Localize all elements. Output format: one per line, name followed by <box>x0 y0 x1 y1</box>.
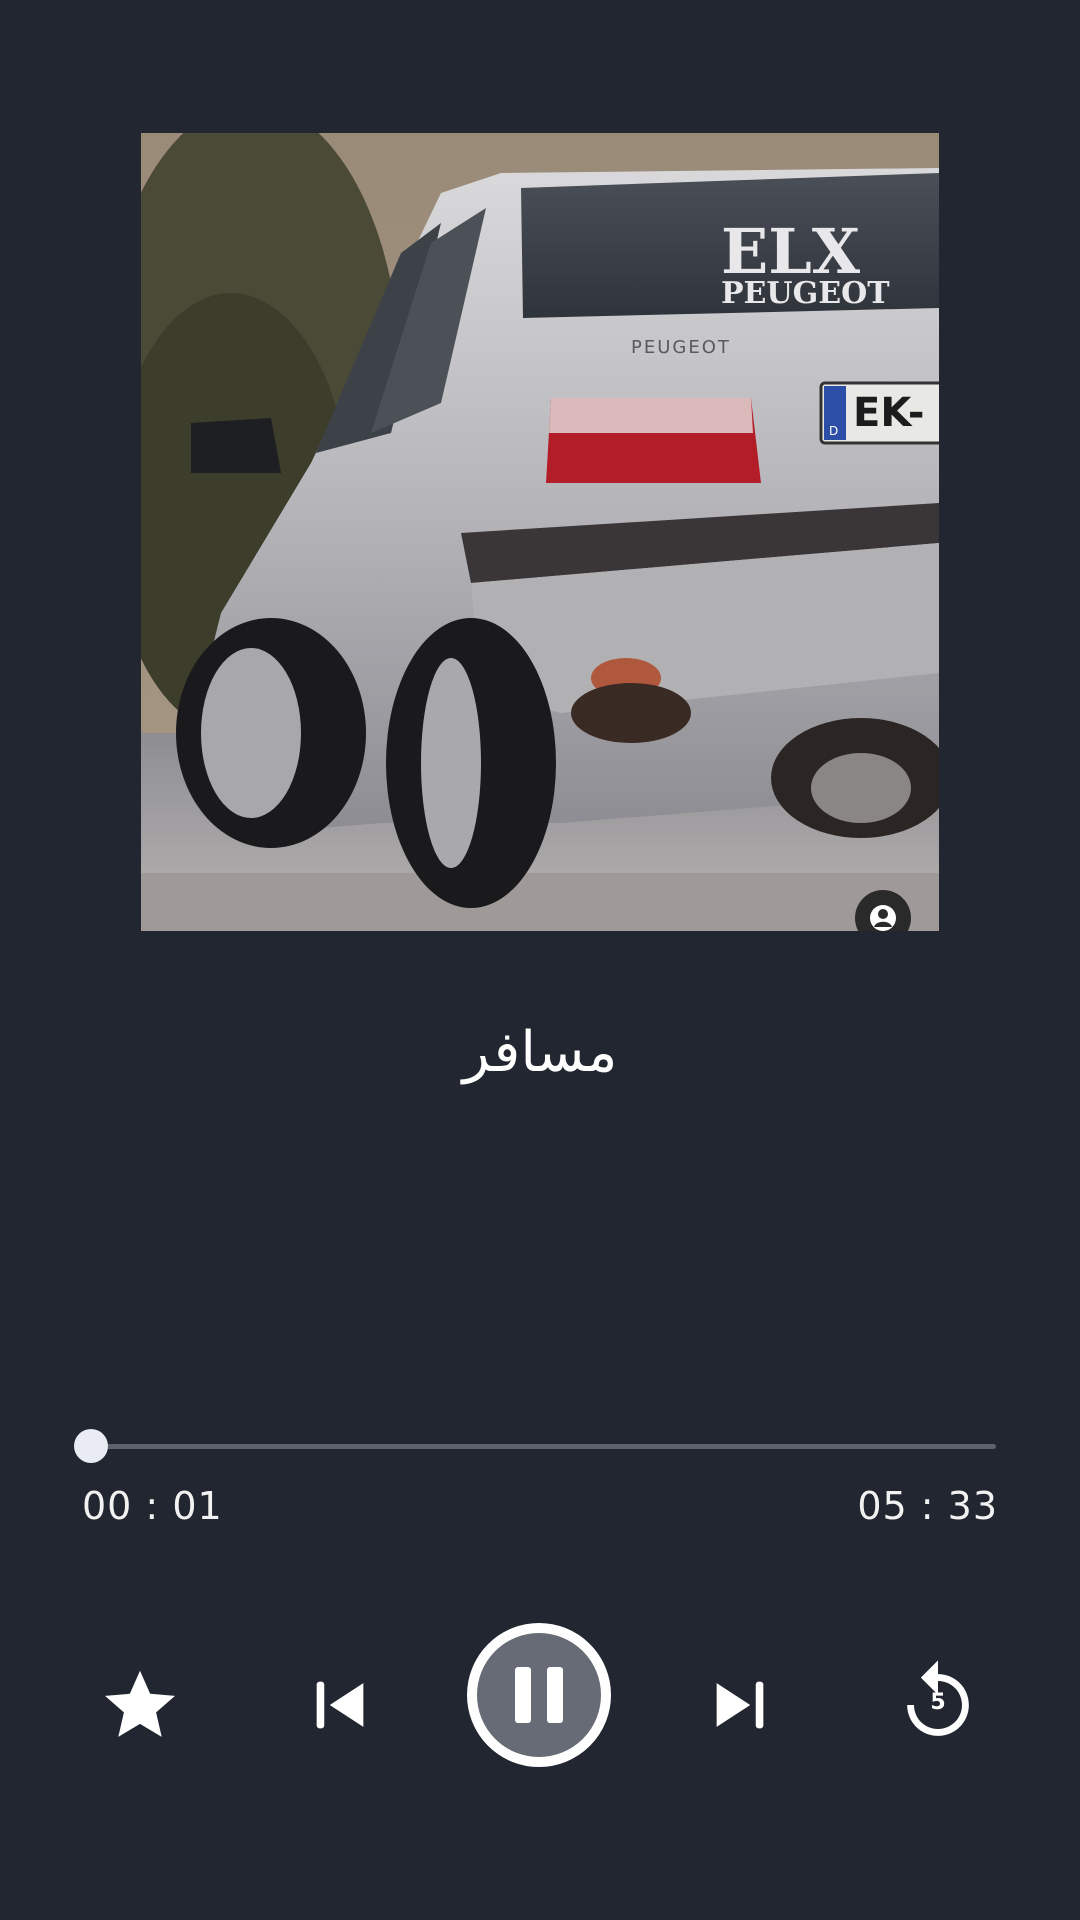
play-pause-ring <box>467 1623 611 1767</box>
elapsed-time: 00 : 01 <box>82 1484 223 1528</box>
license-plate-text: EK- <box>853 390 924 436</box>
plate-country-text: D <box>829 424 838 438</box>
previous-button[interactable] <box>290 1655 390 1755</box>
play-pause-button[interactable] <box>459 1615 619 1775</box>
pause-icon <box>515 1667 563 1723</box>
album-art: ELX PEUGEOT PEUGEOT EK- D <box>141 133 939 931</box>
trunk-badge-text: PEUGEOT <box>631 337 731 358</box>
total-duration: 05 : 33 <box>857 1484 998 1528</box>
skip-previous-icon <box>316 1681 364 1729</box>
playback-controls: 5 <box>0 1615 1080 1775</box>
replay-5-button[interactable]: 5 <box>888 1650 988 1760</box>
album-art-image: ELX PEUGEOT PEUGEOT EK- D <box>141 133 939 931</box>
star-icon <box>105 1670 175 1737</box>
seek-bar[interactable] <box>74 1428 996 1464</box>
next-button[interactable] <box>690 1655 790 1755</box>
favorite-button[interactable] <box>90 1655 190 1755</box>
music-player-screen: ELX PEUGEOT PEUGEOT EK- D مسافر 00 : 01 … <box>0 0 1080 1920</box>
replay-seconds-label: 5 <box>930 1690 946 1715</box>
seek-track <box>88 1444 996 1449</box>
window-decal-subtext: PEUGEOT <box>721 276 890 311</box>
skip-next-icon <box>716 1681 764 1729</box>
track-title: مسافر <box>462 1020 618 1085</box>
seek-thumb[interactable] <box>74 1429 108 1463</box>
